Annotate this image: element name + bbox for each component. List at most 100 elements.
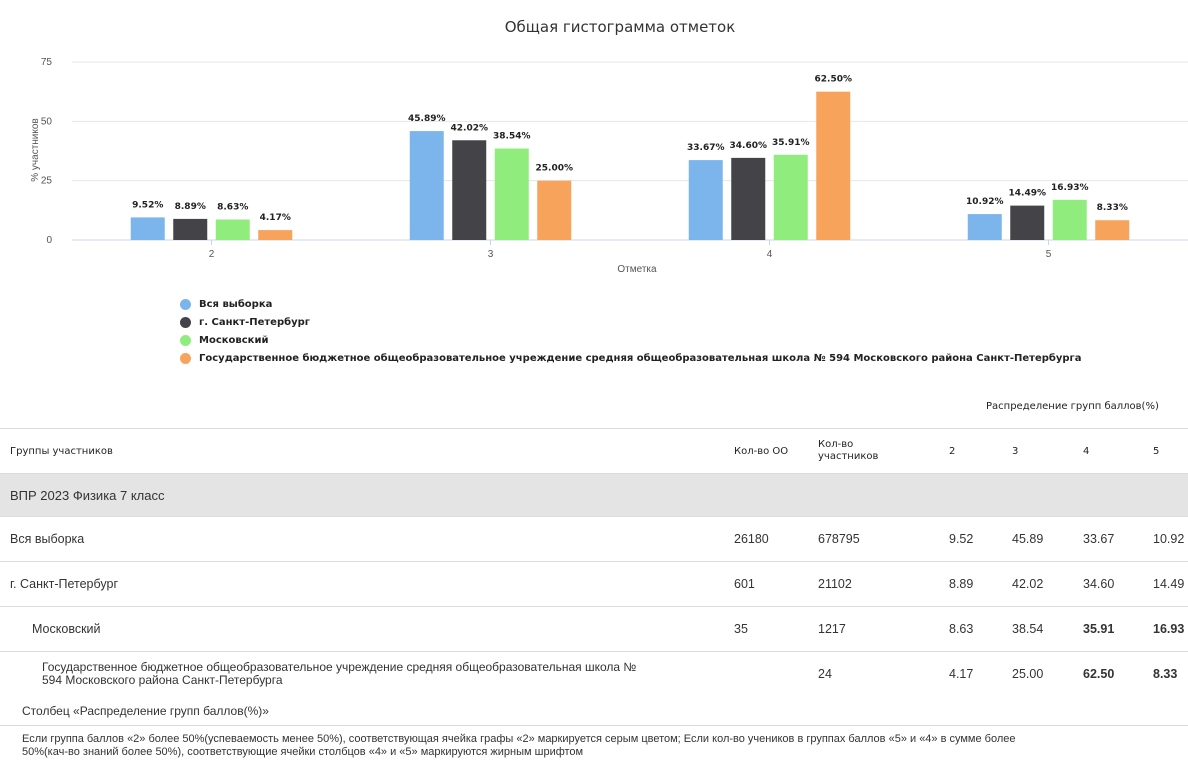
legend-label: Государственное бюджетное общеобразовате… bbox=[199, 352, 1082, 364]
notes-line-1: Если группа баллов «2» более 50%(успевае… bbox=[22, 733, 1016, 745]
legend-label: г. Санкт-Петербург bbox=[199, 316, 311, 328]
row-participants: 1217 bbox=[818, 622, 846, 636]
table-header-row: Группы участников Кол-во ОО Кол-во участ… bbox=[0, 428, 1188, 474]
bar[interactable] bbox=[773, 154, 808, 240]
row-participants: 678795 bbox=[818, 532, 860, 546]
row-oo: 26180 bbox=[734, 532, 769, 546]
notes-line-2: 50%(кач-во знаний более 50%), соответств… bbox=[22, 746, 584, 758]
row-g4: 35.91 bbox=[1083, 622, 1115, 636]
legend-label: Вся выборка bbox=[199, 298, 273, 310]
notes-title: Столбец «Распределение групп баллов(%)» bbox=[22, 704, 269, 718]
row-g2: 9.52 bbox=[949, 532, 974, 546]
bar[interactable] bbox=[688, 160, 723, 240]
header-grade-3: 3 bbox=[1012, 445, 1019, 457]
header-participants-line2: участников bbox=[818, 451, 879, 462]
y-tick-label: 25 bbox=[41, 176, 53, 187]
bar[interactable] bbox=[409, 131, 444, 240]
bar[interactable] bbox=[215, 219, 250, 240]
data-label: 16.93% bbox=[1051, 183, 1089, 193]
header-oo-count: Кол-во ОО bbox=[734, 445, 789, 457]
row-g4: 33.67 bbox=[1083, 532, 1115, 546]
bar[interactable] bbox=[1052, 199, 1087, 240]
distribution-header: Распределение групп баллов(%) bbox=[986, 401, 1159, 412]
x-tick-label: 3 bbox=[488, 249, 494, 260]
chart-title: Общая гистограмма отметок bbox=[505, 18, 736, 36]
legend-marker bbox=[180, 334, 191, 346]
row-name: Государственное бюджетное общеобразовате… bbox=[42, 652, 636, 696]
bar[interactable] bbox=[537, 180, 572, 240]
divider bbox=[0, 725, 1188, 726]
x-tick-label: 2 bbox=[209, 249, 215, 260]
data-label: 9.52% bbox=[132, 200, 163, 210]
header-grade-5: 5 bbox=[1153, 445, 1160, 457]
bar[interactable] bbox=[258, 230, 293, 240]
legend-item-moskovsky[interactable]: Московский bbox=[180, 333, 1082, 347]
data-label: 8.63% bbox=[217, 203, 248, 213]
y-tick-label: 0 bbox=[46, 235, 52, 246]
row-name-line2: 594 Московского района Санкт-Петербурга bbox=[42, 673, 283, 687]
bar[interactable] bbox=[494, 148, 529, 240]
data-label: 10.92% bbox=[966, 197, 1004, 207]
x-tick-label: 5 bbox=[1046, 249, 1052, 260]
row-oo: 35 bbox=[734, 622, 748, 636]
row-name: Вся выборка bbox=[10, 532, 85, 546]
legend-marker bbox=[180, 316, 191, 328]
row-g2: 8.63 bbox=[949, 622, 974, 636]
row-g5: 14.49 bbox=[1153, 577, 1185, 591]
data-label: 45.89% bbox=[408, 114, 446, 124]
row-name: г. Санкт-Петербург bbox=[10, 577, 119, 591]
data-label: 38.54% bbox=[493, 132, 531, 142]
bar[interactable] bbox=[1095, 220, 1130, 240]
row-g4: 62.50 bbox=[1083, 667, 1115, 681]
bar[interactable] bbox=[731, 157, 766, 240]
legend-item-all-sample[interactable]: Вся выборка bbox=[180, 297, 1082, 311]
group-title: ВПР 2023 Физика 7 класс bbox=[10, 487, 165, 503]
row-oo: 601 bbox=[734, 577, 755, 591]
header-groups: Группы участников bbox=[10, 445, 113, 457]
table-row[interactable]: Государственное бюджетное общеобразовате… bbox=[0, 652, 1188, 696]
header-grade-2: 2 bbox=[949, 445, 956, 457]
y-tick-label: 75 bbox=[41, 57, 53, 68]
table-row[interactable]: Вся выборка 26180 678795 9.52 45.89 33.6… bbox=[0, 517, 1188, 562]
data-label: 35.91% bbox=[772, 138, 810, 148]
row-g3: 45.89 bbox=[1012, 532, 1044, 546]
bar[interactable] bbox=[816, 91, 851, 241]
row-g3: 25.00 bbox=[1012, 667, 1044, 681]
data-label: 42.02% bbox=[451, 123, 489, 133]
data-label: 14.49% bbox=[1009, 189, 1047, 199]
header-participants-line1: Кол-во bbox=[818, 439, 854, 450]
data-label: 25.00% bbox=[536, 164, 574, 174]
header-grade-4: 4 bbox=[1083, 445, 1090, 457]
row-name: Московский bbox=[32, 622, 101, 636]
results-table: Группы участников Кол-во ОО Кол-во участ… bbox=[0, 428, 1188, 696]
table-group-row[interactable]: ВПР 2023 Физика 7 класс bbox=[0, 474, 1188, 517]
legend-item-spb[interactable]: г. Санкт-Петербург bbox=[180, 315, 1082, 329]
legend-marker bbox=[180, 352, 191, 364]
row-participants: 24 bbox=[818, 667, 832, 681]
row-participants: 21102 bbox=[818, 577, 852, 591]
row-g5: 16.93 bbox=[1153, 622, 1185, 636]
data-label: 4.17% bbox=[260, 213, 291, 223]
row-g2: 8.89 bbox=[949, 577, 974, 591]
row-g3: 38.54 bbox=[1012, 622, 1044, 636]
row-g5: 8.33 bbox=[1153, 667, 1178, 681]
row-g4: 34.60 bbox=[1083, 577, 1115, 591]
bar[interactable] bbox=[173, 218, 208, 240]
legend-marker bbox=[180, 298, 191, 310]
table-row[interactable]: Московский 35 1217 8.63 38.54 35.91 16.9… bbox=[0, 607, 1188, 652]
bar[interactable] bbox=[452, 140, 487, 240]
x-axis-title: Отметка bbox=[617, 264, 657, 275]
bar[interactable] bbox=[1010, 205, 1045, 240]
table-row[interactable]: г. Санкт-Петербург 601 21102 8.89 42.02 … bbox=[0, 562, 1188, 607]
legend-item-school-594[interactable]: Государственное бюджетное общеобразовате… bbox=[180, 351, 1082, 365]
data-label: 8.33% bbox=[1097, 203, 1128, 213]
row-g5: 10.92 bbox=[1153, 532, 1185, 546]
legend-label: Московский bbox=[199, 334, 269, 346]
data-label: 34.60% bbox=[730, 141, 768, 151]
bar[interactable] bbox=[967, 214, 1002, 240]
chart-legend: Вся выборка г. Санкт-Петербург Московски… bbox=[180, 297, 1082, 369]
notes-text: Если группа баллов «2» более 50%(успевае… bbox=[22, 733, 1188, 759]
bar[interactable] bbox=[130, 217, 165, 240]
data-label: 8.89% bbox=[175, 202, 206, 212]
row-g2: 4.17 bbox=[949, 667, 974, 681]
